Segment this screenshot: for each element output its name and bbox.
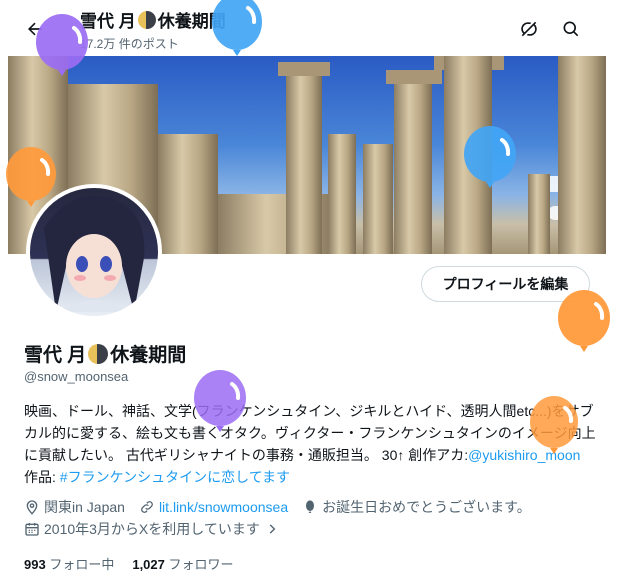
bio-hashtag-link[interactable]: #フランケンシュタインに恋してます [60, 469, 290, 485]
column-capital [278, 62, 330, 76]
display-name-text: 雪代 月 [24, 345, 87, 366]
no-sync-button[interactable] [516, 16, 542, 42]
joined-row[interactable]: 2010年3月からXを利用しています [24, 519, 280, 539]
calendar-icon [24, 521, 40, 537]
balloon-icon [6, 147, 56, 207]
joined-text: 2010年3月からXを利用しています [44, 521, 260, 537]
location-text: 関東in Japan [44, 499, 125, 515]
followers-count: 1,027 [132, 557, 165, 572]
balloon-icon [194, 370, 246, 432]
balloon-icon [464, 126, 516, 188]
following-count: 993 [24, 557, 46, 572]
display-name: 雪代 月 休養期間 [24, 340, 186, 367]
following-link[interactable]: 993 フォロー中 [24, 554, 114, 573]
profile-header: 雪代 月 休養期間 17.2万 件のポスト [8, 0, 606, 56]
temple-ruins [158, 134, 218, 254]
no-sync-icon [521, 21, 537, 37]
user-handle: @snow_moonsea [24, 369, 129, 384]
following-label: フォロー中 [49, 557, 115, 572]
link-icon [139, 499, 155, 515]
profile-bio: 映画、ドール、神話、文学(フランケンシュタイン、ジキルとハイド、透明人間etc.… [24, 400, 596, 488]
chevron-right-icon [264, 521, 280, 537]
follow-stats: 993 フォロー中 1,027 フォロワー [24, 554, 234, 573]
balloon-icon [530, 396, 578, 454]
search-button[interactable] [558, 16, 584, 42]
column [363, 144, 393, 254]
balloon-icon [558, 290, 610, 352]
location-icon [24, 499, 40, 515]
followers-link[interactable]: 1,027 フォロワー [132, 554, 233, 573]
column-capital [386, 70, 442, 84]
header-title-block: 雪代 月 休養期間 17.2万 件のポスト [80, 7, 226, 52]
balloon-icon [212, 0, 262, 56]
balloon-icon [36, 14, 88, 76]
website-link[interactable]: lit.link/snowmoonsea [159, 499, 288, 515]
bio-text-works: 作品: [24, 469, 60, 485]
column [328, 134, 356, 254]
followers-label: フォロワー [168, 557, 234, 572]
profile-meta-row: 関東in Japan lit.link/snowmoonsea お誕生日おめでと… [24, 497, 531, 517]
birthday-text: お誕生日おめでとうございます。 [322, 499, 531, 515]
balloon-icon [302, 499, 318, 515]
display-name-status: 休養期間 [110, 345, 187, 366]
column [558, 56, 606, 254]
column [528, 174, 550, 254]
profile-page: 雪代 月 休養期間 17.2万 件のポスト プロフィールを編集 雪代 月 休養期… [8, 0, 606, 582]
column [394, 84, 432, 254]
moon-icon [88, 343, 109, 364]
column [286, 76, 322, 254]
header-title: 雪代 月 休養期間 [80, 7, 226, 32]
moon-icon [137, 10, 156, 29]
post-count: 17.2万 件のポスト [80, 37, 179, 51]
search-icon [563, 21, 579, 37]
